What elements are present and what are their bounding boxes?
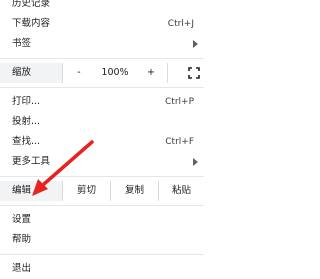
zoom-out-button[interactable]: - <box>62 63 95 83</box>
menu-item-find[interactable]: 查找... Ctrl+F <box>0 132 204 152</box>
menu-item-more-tools[interactable]: 更多工具 <box>0 152 204 172</box>
menu-item-cast-label: 投射... <box>12 116 41 127</box>
copy-button[interactable]: 复制 <box>110 181 158 201</box>
menu-item-downloads-label: 下载内容 <box>12 18 51 29</box>
menu-item-history[interactable]: 历史记录 <box>0 0 204 14</box>
fullscreen-icon <box>188 67 200 79</box>
menu-divider <box>0 176 204 177</box>
browser-main-menu: 历史记录 下载内容 Ctrl+J 书签 缩放 - 100% + 打印... Ct… <box>0 0 204 279</box>
menu-divider <box>0 205 204 206</box>
menu-divider <box>0 87 204 88</box>
print-shortcut: Ctrl+P <box>165 97 194 107</box>
menu-item-downloads[interactable]: 下载内容 Ctrl+J <box>0 14 204 34</box>
menu-item-cast[interactable]: 投射... <box>0 112 204 132</box>
fullscreen-button[interactable] <box>167 63 204 83</box>
edit-label: 编辑 <box>0 181 62 201</box>
menu-item-exit[interactable]: 退出 <box>0 259 204 279</box>
chevron-right-icon <box>193 158 198 166</box>
zoom-level: 100% <box>101 67 129 78</box>
paste-button[interactable]: 粘贴 <box>158 181 204 201</box>
downloads-shortcut: Ctrl+J <box>167 19 194 29</box>
cut-button[interactable]: 剪切 <box>62 181 110 201</box>
menu-item-print-label: 打印... <box>12 96 41 107</box>
menu-item-print[interactable]: 打印... Ctrl+P <box>0 92 204 112</box>
find-shortcut: Ctrl+F <box>165 137 194 147</box>
menu-item-settings-label: 设置 <box>12 214 32 225</box>
zoom-label: 缩放 <box>0 63 62 83</box>
menu-divider <box>0 58 204 59</box>
menu-item-bookmarks-label: 书签 <box>12 38 32 49</box>
menu-item-settings[interactable]: 设置 <box>0 210 204 230</box>
menu-item-more-tools-label: 更多工具 <box>12 156 51 167</box>
menu-item-history-label: 历史记录 <box>12 0 51 9</box>
chevron-right-icon <box>193 40 198 48</box>
menu-divider <box>0 254 204 255</box>
menu-item-help-label: 帮助 <box>12 234 32 245</box>
zoom-row: 缩放 - 100% + <box>0 63 204 83</box>
zoom-in-button[interactable]: + <box>135 63 167 83</box>
menu-item-help[interactable]: 帮助 <box>0 230 204 250</box>
menu-item-bookmarks[interactable]: 书签 <box>0 34 204 54</box>
menu-item-exit-label: 退出 <box>12 263 32 274</box>
menu-item-find-label: 查找... <box>12 136 41 147</box>
edit-row: 编辑 剪切 复制 粘贴 <box>0 181 204 201</box>
